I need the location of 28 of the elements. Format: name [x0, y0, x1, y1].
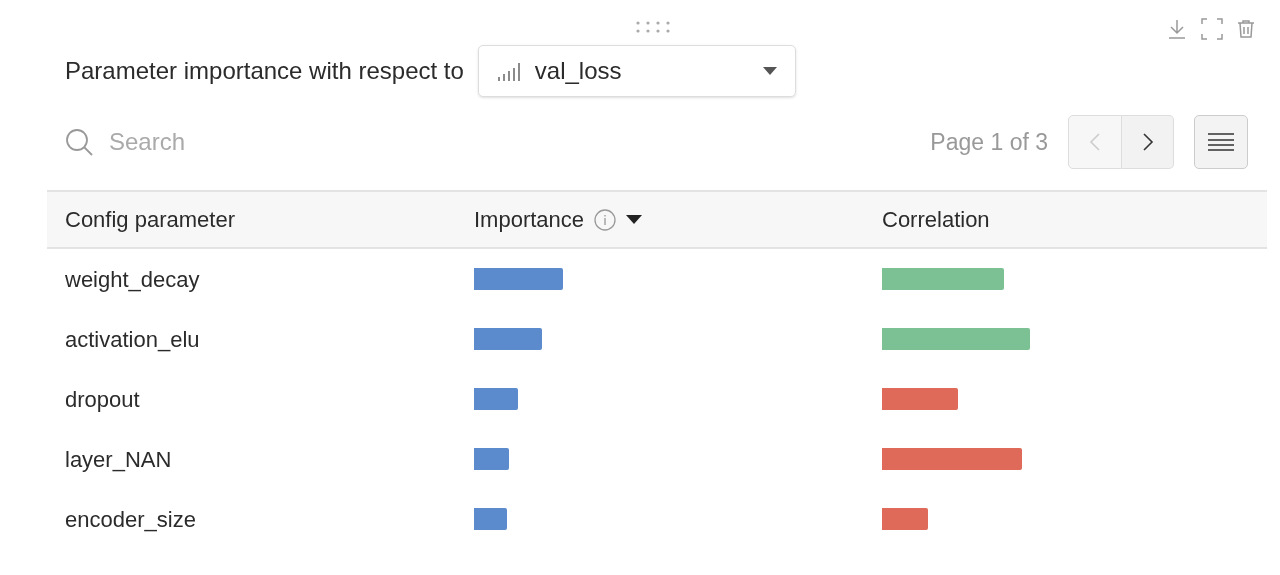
- parameter-name: weight_decay: [65, 266, 200, 292]
- search-icon: [65, 128, 93, 156]
- trash-icon[interactable]: [1237, 19, 1255, 39]
- parameter-name: activation_elu: [65, 326, 200, 352]
- header-label: Parameter importance with respect to: [65, 56, 464, 86]
- page-label: Page 1 of 3: [930, 127, 1048, 157]
- column-header[interactable]: Correlation: [882, 203, 990, 236]
- parameter-name: encoder_size: [65, 506, 196, 532]
- info-icon: [594, 208, 617, 231]
- search-field[interactable]: Search: [109, 124, 409, 160]
- column-header[interactable]: Config parameter: [65, 203, 235, 236]
- chevron-right-icon: [1141, 132, 1154, 152]
- importance-bar: [474, 388, 518, 410]
- importance-bar: [474, 328, 542, 350]
- bar-chart-icon: [496, 61, 521, 81]
- sort-caret-icon[interactable]: [626, 215, 643, 224]
- caret-icon: [762, 67, 777, 75]
- menu-button[interactable]: [1194, 115, 1248, 169]
- column-header[interactable]: Importance: [474, 203, 585, 236]
- chevron-left-icon: [1089, 132, 1101, 152]
- parameter-name: dropout: [65, 386, 140, 412]
- importance-bar: [474, 508, 507, 530]
- metric-dropdown[interactable]: val_loss: [477, 45, 796, 97]
- parameter-name: layer_NAN: [65, 446, 172, 472]
- fullscreen-icon[interactable]: [1201, 18, 1223, 40]
- importance-bar: [474, 448, 509, 470]
- menu-icon: [1208, 133, 1234, 151]
- download-icon[interactable]: [1167, 18, 1187, 40]
